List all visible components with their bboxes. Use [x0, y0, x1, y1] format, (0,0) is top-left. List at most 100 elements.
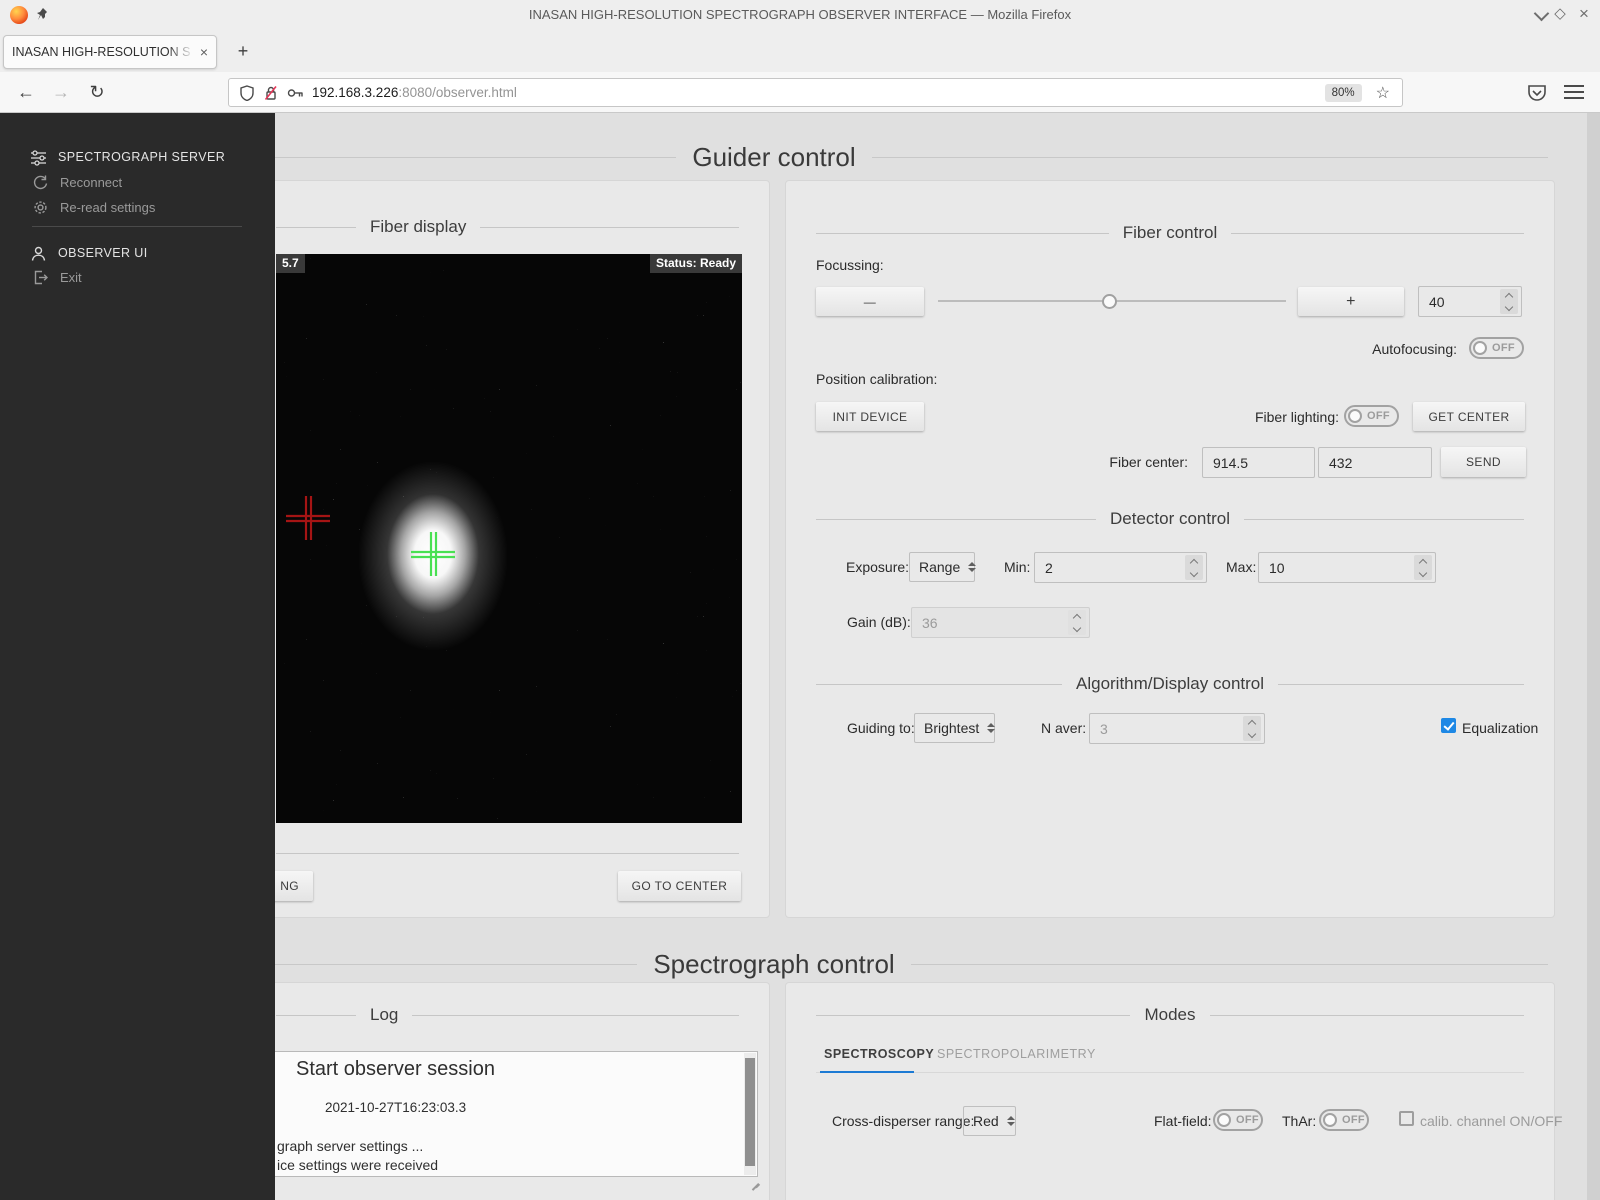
browser-window: INASAN HIGH-RESOLUTION SPECTROGRAPH OBSE…	[0, 0, 1600, 1200]
fiber-control-header: Fiber control	[816, 221, 1524, 245]
fiber-display-title: Fiber display	[370, 217, 466, 237]
toggle-knob	[1217, 1113, 1231, 1127]
gain-input[interactable]: 36	[911, 607, 1090, 638]
back-button[interactable]: ←	[12, 78, 40, 106]
reconnect-icon	[32, 174, 49, 191]
fiber-lighting-toggle[interactable]: OFF	[1344, 405, 1399, 427]
guiding-to-select[interactable]: Brightest	[914, 713, 995, 743]
sidebar-item-label: Re-read settings	[60, 200, 155, 215]
menu-hamburger-icon[interactable]	[1564, 85, 1584, 99]
url-host: 192.168.3.226	[312, 85, 398, 100]
log-timestamp: 2021-10-27T16:23:03.3	[325, 1100, 466, 1115]
tab-close-icon[interactable]: ×	[200, 44, 208, 60]
spinner-icon[interactable]	[1185, 555, 1203, 580]
shield-icon[interactable]	[239, 85, 255, 101]
n-aver-value: 3	[1100, 721, 1108, 737]
header-line-left	[276, 227, 356, 228]
fiber-lighting-state: OFF	[1367, 410, 1390, 422]
algorithm-control-title: Algorithm/Display control	[1076, 674, 1264, 694]
exposure-min-input[interactable]: 2	[1034, 552, 1207, 583]
tab-title-fade	[168, 41, 194, 63]
fiber-camera-image[interactable]: 5.7 Status: Ready	[276, 254, 742, 823]
spinner-icon[interactable]	[1243, 716, 1261, 741]
log-title: Log	[370, 1005, 398, 1025]
reload-button[interactable]: ↻	[83, 78, 111, 106]
init-device-button[interactable]: INIT DEVICE	[816, 402, 924, 431]
insecure-lock-icon[interactable]	[263, 85, 279, 101]
window-maximize-icon[interactable]: ◇	[1548, 4, 1572, 22]
modes-header: Modes	[816, 1003, 1524, 1027]
sidebar-item-label: Exit	[60, 270, 82, 285]
log-textarea[interactable]: Start observer session 2021-10-27T16:23:…	[266, 1051, 758, 1177]
forward-button[interactable]: →	[47, 78, 75, 106]
autofocusing-state: OFF	[1492, 342, 1515, 354]
equalization-checkbox[interactable]	[1441, 718, 1456, 733]
sidebar-divider	[32, 226, 242, 227]
new-tab-button[interactable]: +	[230, 39, 256, 65]
browser-tab[interactable]: INASAN HIGH-RESOLUTION S ×	[3, 35, 217, 69]
spinner-icon[interactable]	[1068, 610, 1086, 635]
flat-field-toggle[interactable]: OFF	[1213, 1109, 1263, 1131]
log-scrollbar[interactable]	[744, 1053, 756, 1175]
tab-bar: INASAN HIGH-RESOLUTION S × +	[0, 31, 1600, 73]
focus-value: 40	[1429, 294, 1445, 310]
gear-icon	[32, 199, 49, 216]
thar-toggle[interactable]: OFF	[1319, 1109, 1369, 1131]
zoom-level-badge[interactable]: 80%	[1325, 84, 1362, 102]
fiber-center-x-input[interactable]: 914.5	[1202, 447, 1315, 478]
window-close-icon[interactable]: ×	[1572, 4, 1596, 24]
sidebar-item-reread-settings[interactable]: Re-read settings	[32, 196, 155, 218]
header-line-right	[480, 227, 739, 228]
sidebar-item-observer-ui[interactable]: OBSERVER UI	[30, 242, 148, 264]
url-path: :8080/observer.html	[398, 85, 517, 100]
focus-plus-button[interactable]: +	[1298, 287, 1404, 316]
focus-value-input[interactable]: 40	[1418, 286, 1522, 317]
sidebar-item-exit[interactable]: Exit	[32, 266, 82, 288]
url-bar[interactable]: 192.168.3.226:8080/observer.html 80% ☆	[228, 78, 1403, 107]
tab-spectropolarimetry[interactable]: SPECTROPOLARIMETRY	[937, 1047, 1096, 1061]
observer-page: Guider control Fiber display	[0, 113, 1600, 1200]
thar-state: OFF	[1342, 1114, 1365, 1126]
key-icon[interactable]	[287, 86, 304, 100]
guiding-to-value: Brightest	[924, 720, 979, 736]
sidebar-item-reconnect[interactable]: Reconnect	[32, 171, 122, 193]
pocket-icon[interactable]	[1524, 80, 1550, 106]
autofocusing-label: Autofocusing:	[1372, 341, 1457, 357]
header-line-right	[412, 1015, 739, 1016]
fiber-center-y-input[interactable]: 432	[1318, 447, 1432, 478]
get-center-button[interactable]: GET CENTER	[1413, 402, 1525, 431]
flat-field-state: OFF	[1236, 1114, 1259, 1126]
log-line: ice settings were received	[277, 1157, 438, 1173]
algorithm-control-header: Algorithm/Display control	[816, 672, 1524, 696]
person-icon	[30, 245, 47, 262]
fiber-center-y-value: 432	[1329, 455, 1352, 471]
log-session-heading: Start observer session	[296, 1058, 495, 1081]
exit-icon	[32, 269, 49, 286]
resize-grip-icon[interactable]	[751, 1179, 761, 1189]
send-button[interactable]: SEND	[1441, 447, 1526, 477]
n-aver-input[interactable]: 3	[1089, 713, 1265, 744]
cross-disperser-select[interactable]: Red	[963, 1106, 1016, 1136]
spectrograph-control-title: Spectrograph control	[653, 949, 894, 980]
tab-spectroscopy[interactable]: SPECTROSCOPY	[824, 1047, 934, 1061]
page-scrollbar[interactable]	[1587, 113, 1600, 1200]
sidebar-item-spectrograph-server[interactable]: SPECTROGRAPH SERVER	[30, 146, 225, 168]
bookmark-star-icon[interactable]: ☆	[1370, 83, 1396, 103]
focus-minus-button[interactable]: —	[816, 287, 924, 316]
log-scrollbar-thumb[interactable]	[745, 1058, 755, 1166]
position-calibration-label: Position calibration:	[816, 371, 937, 387]
exposure-max-input[interactable]: 10	[1258, 552, 1436, 583]
guiding-to-label: Guiding to:	[847, 720, 915, 736]
exposure-label: Exposure:	[846, 559, 909, 575]
calib-channel-checkbox[interactable]	[1399, 1111, 1414, 1126]
spinner-icon[interactable]	[1500, 289, 1518, 314]
focus-slider-knob[interactable]	[1102, 294, 1117, 309]
heading-line-right	[872, 157, 1548, 158]
go-to-center-button[interactable]: GO TO CENTER	[618, 871, 741, 901]
spinner-icon[interactable]	[1414, 555, 1432, 580]
exposure-mode-select[interactable]: Range	[909, 552, 975, 582]
autofocusing-toggle[interactable]: OFF	[1469, 337, 1524, 359]
focusing-label: Focussing:	[816, 257, 884, 273]
header-line-left	[816, 684, 1062, 685]
url-text[interactable]: 192.168.3.226:8080/observer.html	[312, 85, 517, 100]
